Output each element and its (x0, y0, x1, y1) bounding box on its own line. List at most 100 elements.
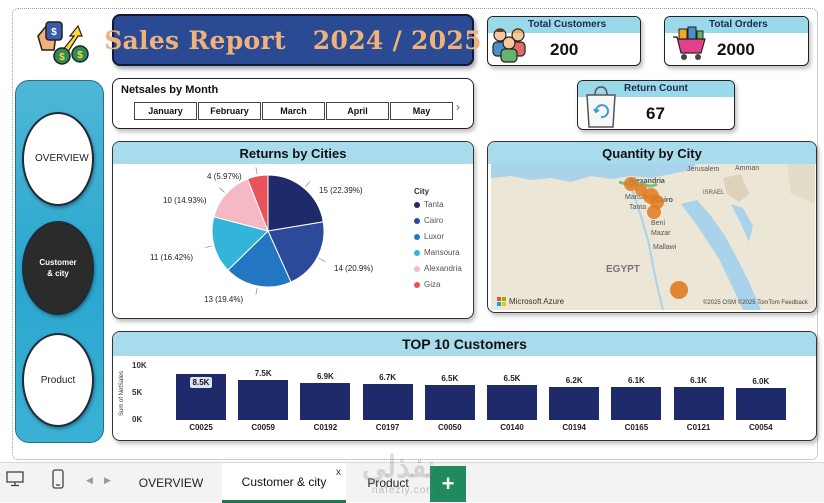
report-canvas: $ $ $ Sales Report 2024 / 2025 Total Cus… (0, 0, 824, 503)
map-bubbles (624, 177, 688, 299)
legend-label: Cairo (424, 216, 444, 225)
legend-swatch (414, 217, 420, 224)
bar-c0165[interactable] (611, 387, 662, 420)
mobile-view-icon[interactable] (52, 469, 64, 494)
tab-overview[interactable]: OVERVIEW (122, 463, 220, 503)
nav-customer-city-button[interactable]: Customer & city (22, 221, 94, 315)
legend-swatch (414, 201, 420, 208)
legend-label: Luxor (424, 232, 445, 241)
bar-c0059[interactable] (238, 379, 289, 420)
x-tick-label: C0025 (189, 423, 213, 432)
customers-group-icon (491, 23, 527, 65)
legend-swatch (414, 281, 420, 288)
scroll-left-icon[interactable]: ◀ (86, 475, 93, 486)
month-january-button[interactable]: January (134, 102, 197, 120)
returns-by-cities-panel: Returns by Cities 15 (22.39%) 14 (20.9%) 1… (112, 141, 474, 319)
pie-leader-line (255, 287, 258, 295)
bar-value-label: 6.0K (752, 376, 770, 386)
pie-data-label: 15 (22.39%) (319, 186, 363, 195)
map-bubble-giza[interactable] (647, 205, 661, 219)
pie-slice-tanta[interactable] (267, 174, 324, 232)
bar-c0054[interactable] (735, 387, 786, 420)
return-bag-icon (584, 85, 618, 129)
x-tick-label: C0192 (313, 423, 338, 432)
panel-title: TOP 10 Customers (113, 332, 816, 356)
legend-label: Giza (424, 280, 441, 289)
microsoft-logo-icon (497, 297, 506, 306)
month-february-button[interactable]: February (198, 102, 261, 120)
kpi-value: 2000 (717, 40, 755, 59)
egypt-map[interactable]: Alexandria Mansoura Tanta Cairo Beni Maz… (491, 164, 815, 310)
svg-text:$: $ (59, 52, 65, 63)
nav-product-button[interactable]: Product (22, 333, 94, 427)
bar-c0140[interactable] (487, 384, 537, 420)
legend-label: Mansoura (424, 248, 460, 257)
panel-title: Quantity by City (488, 142, 816, 164)
watermark-url: nafezly.com (372, 485, 436, 496)
report-title-box: Sales Report 2024 / 2025 (104, 14, 482, 66)
azure-brand: Microsoft Azure (497, 297, 564, 306)
bar-c0050[interactable] (424, 384, 475, 420)
pie-data-label: 10 (14.93%) (163, 196, 207, 205)
kpi-label: Return Count (624, 83, 688, 94)
nav-overview-button[interactable]: OVERVIEW (22, 112, 94, 206)
tab-customer-city[interactable]: Customer & city (222, 463, 346, 503)
legend-item-mansoura[interactable]: Mansoura (414, 248, 460, 257)
close-tab-icon[interactable]: x (336, 467, 341, 478)
legend-item-luxor[interactable]: Luxor (414, 232, 444, 241)
chevron-right-icon[interactable]: › (456, 100, 460, 114)
nav-label: Product (40, 374, 76, 386)
pie-leader-line (219, 187, 225, 193)
report-title: Sales Report 2024 / 2025 (104, 25, 482, 55)
page-navigator: OVERVIEW Customer & city Product (15, 80, 104, 443)
x-tick-label: C0197 (375, 423, 400, 432)
legend-label: Tanta (424, 200, 444, 209)
legend-item-giza[interactable]: Giza (414, 280, 440, 289)
kpi-total-customers: Total Customers 200 (487, 16, 641, 66)
svg-text:$: $ (77, 50, 83, 61)
kpi-label: Total Orders (709, 19, 768, 30)
bar-c0197[interactable] (362, 383, 413, 420)
shopping-cart-icon (671, 23, 707, 65)
pie-data-label: 11 (16.42%) (150, 253, 193, 262)
month-april-button[interactable]: April (326, 102, 389, 120)
bar-c0192[interactable] (300, 382, 351, 420)
map-credit[interactable]: ©2025 OSM ©2025 TomTom Feedback (703, 300, 808, 306)
month-may-button[interactable]: May (390, 102, 453, 120)
y-tick-label: 10K (132, 361, 147, 370)
legend-item-alexandria[interactable]: Alexandria (414, 264, 462, 273)
pie-leader-line (255, 167, 258, 175)
top-customers-panel: TOP 10 Customers Sum of NetSales 10K 5K 0K… (112, 331, 817, 441)
tab-label: OVERVIEW (138, 476, 204, 490)
x-tick-label: C0050 (438, 423, 462, 432)
legend-swatch (414, 265, 420, 272)
kpi-total-orders: Total Orders 2000 (664, 16, 809, 66)
month-slicer: Netsales by Month January February March… (112, 78, 474, 129)
x-tick-label: C0059 (251, 423, 275, 432)
legend-item-tanta[interactable]: Tanta (414, 200, 444, 209)
bar-value-label: 6.5K (503, 373, 521, 383)
slicer-title: Netsales by Month (121, 84, 219, 96)
pie-data-label: 13 (19.4%) (204, 295, 244, 304)
month-march-button[interactable]: March (262, 102, 325, 120)
bar-value-label: 6.2K (565, 375, 583, 385)
y-axis-label: Sum of NetSales (119, 370, 125, 416)
nav-label: OVERVIEW (35, 153, 89, 164)
bar-c0194[interactable] (549, 386, 600, 420)
watermark-logo: نفذلي (362, 451, 436, 484)
kpi-return-count: Return Count 67 (577, 80, 735, 130)
scroll-right-icon[interactable]: ▶ (104, 475, 111, 486)
map-bubble-luxor[interactable] (670, 281, 688, 299)
pie-leader-line (205, 245, 213, 248)
bar-c0121[interactable] (673, 387, 724, 420)
x-tick-label: C0121 (686, 423, 711, 432)
x-tick-label: C0140 (500, 423, 524, 432)
panel-title: Returns by Cities (113, 142, 473, 164)
bar-value-label: 6.9K (316, 371, 334, 381)
tab-label: Customer & city (241, 474, 327, 489)
legend-item-cairo[interactable]: Cairo (414, 216, 443, 225)
desktop-view-icon[interactable] (6, 471, 24, 492)
kpi-value: 200 (550, 40, 579, 59)
kpi-value: 67 (646, 104, 665, 123)
x-tick-label: C0165 (624, 423, 649, 432)
